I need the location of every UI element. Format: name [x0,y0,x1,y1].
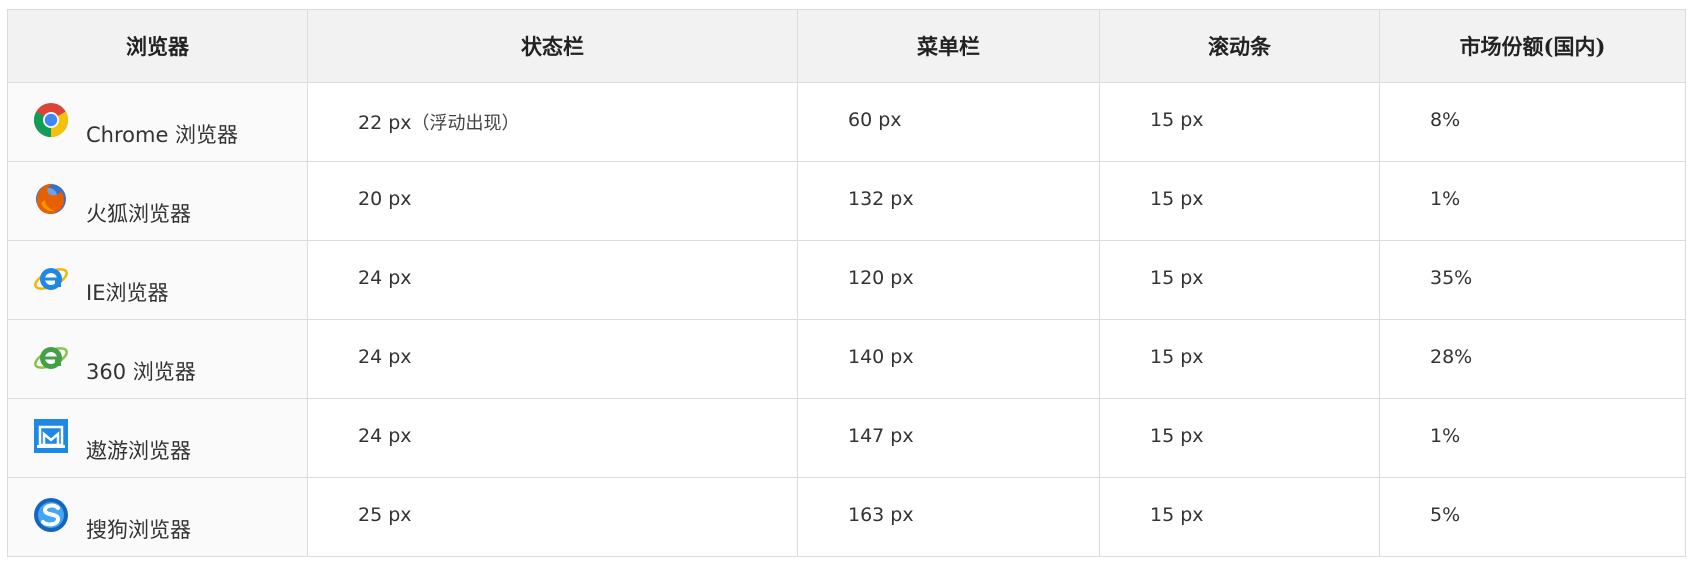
browser-cell: Chrome 浏览器 [7,82,308,162]
status-bar-value: 24 px [358,267,412,289]
market-share-cell: 28% [1379,319,1686,399]
header-status-bar: 状态栏 [307,9,798,83]
market-share-cell: 35% [1379,240,1686,320]
scrollbar-cell: 15 px [1099,82,1380,162]
table-row: 搜狗浏览器 25 px 163 px 15 px 5% [7,477,1686,557]
browser-comparison-table: 浏览器 状态栏 菜单栏 滚动条 市场份额(国内) Chrome 浏览器 22 p… [7,9,1686,557]
firefox-icon [36,183,66,214]
status-bar-value: 25 px [358,504,412,526]
table-row: 360 浏览器 24 px 140 px 15 px 28% [7,319,1686,399]
browser-cell: 360 浏览器 [7,319,308,399]
360-browser-icon [34,347,68,369]
menu-bar-cell: 120 px [797,240,1100,320]
browser-name: 火狐浏览器 [86,202,191,226]
scrollbar-cell: 15 px [1099,319,1380,399]
menu-bar-cell: 163 px [797,477,1100,557]
status-bar-cell: 22 px（浮动出现） [307,82,798,162]
table-row: 遨游浏览器 24 px 147 px 15 px 1% [7,398,1686,478]
table-row: IE浏览器 24 px 120 px 15 px 35% [7,240,1686,320]
table-body: Chrome 浏览器 22 px（浮动出现） 60 px 15 px 8% 火狐… [7,82,1686,557]
browser-name: 360 浏览器 [86,360,196,384]
browser-cell: 搜狗浏览器 [7,477,308,557]
table-header: 浏览器 状态栏 菜单栏 滚动条 市场份额(国内) [7,9,1686,83]
scrollbar-cell: 15 px [1099,240,1380,320]
market-share-cell: 1% [1379,161,1686,241]
status-bar-value: 22 px [358,112,412,134]
browser-name: 搜狗浏览器 [86,518,191,542]
header-browser: 浏览器 [7,9,308,83]
header-market-share: 市场份额(国内) [1379,9,1686,83]
browser-name: IE浏览器 [86,281,169,305]
header-row: 浏览器 状态栏 菜单栏 滚动条 市场份额(国内) [7,9,1686,83]
chrome-icon [34,103,68,137]
market-share-cell: 5% [1379,477,1686,557]
browser-cell: 遨游浏览器 [7,398,308,478]
table-row: 火狐浏览器 20 px 132 px 15 px 1% [7,161,1686,241]
browser-name: Chrome 浏览器 [86,123,239,147]
status-bar-cell: 24 px [307,319,798,399]
status-bar-note: （浮动出现） [411,113,520,134]
status-bar-value: 20 px [358,188,412,210]
status-bar-value: 24 px [358,425,412,447]
sogou-icon [34,498,68,532]
ie-icon [34,268,68,290]
table-row: Chrome 浏览器 22 px（浮动出现） 60 px 15 px 8% [7,82,1686,162]
market-share-cell: 1% [1379,398,1686,478]
header-scrollbar: 滚动条 [1099,9,1380,83]
status-bar-cell: 20 px [307,161,798,241]
status-bar-cell: 24 px [307,240,798,320]
menu-bar-cell: 140 px [797,319,1100,399]
market-share-cell: 8% [1379,82,1686,162]
browser-cell: IE浏览器 [7,240,308,320]
menu-bar-cell: 147 px [797,398,1100,478]
status-bar-value: 24 px [358,346,412,368]
scrollbar-cell: 15 px [1099,477,1380,557]
scrollbar-cell: 15 px [1099,398,1380,478]
menu-bar-cell: 132 px [797,161,1100,241]
scrollbar-cell: 15 px [1099,161,1380,241]
maxthon-icon [34,419,68,453]
header-menu-bar: 菜单栏 [797,9,1100,83]
status-bar-cell: 24 px [307,398,798,478]
status-bar-cell: 25 px [307,477,798,557]
browser-cell: 火狐浏览器 [7,161,308,241]
menu-bar-cell: 60 px [797,82,1100,162]
browser-name: 遨游浏览器 [86,439,191,463]
